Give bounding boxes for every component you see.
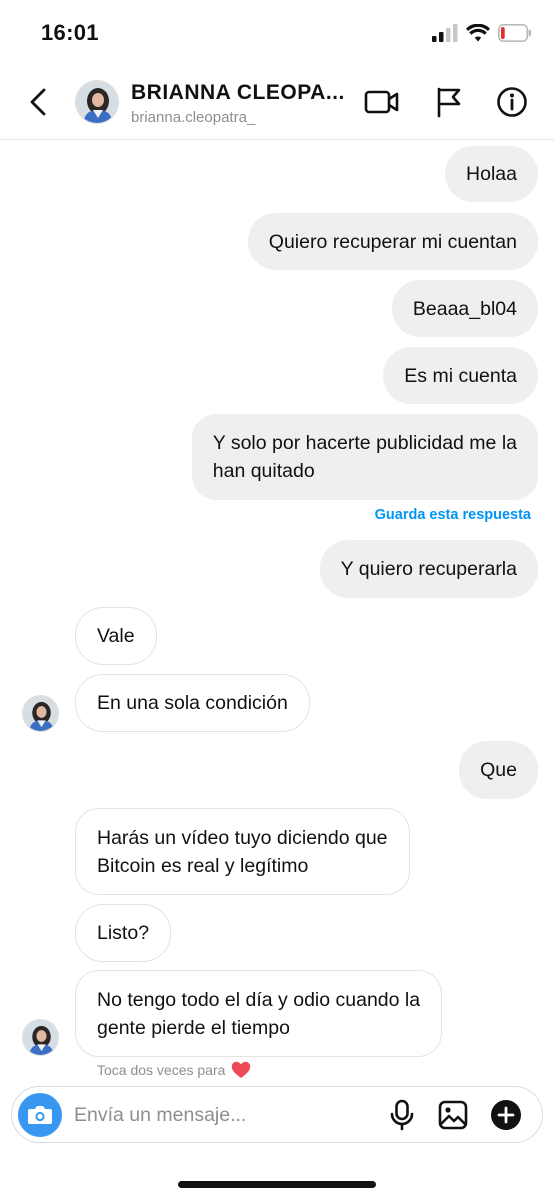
message-text-line: Y solo por hacerte publicidad me la bbox=[212, 432, 517, 454]
info-icon bbox=[497, 87, 527, 117]
gallery-button[interactable] bbox=[436, 1098, 470, 1132]
incoming-message[interactable]: Harás un vídeo tuyo diciendo que Bitcoin… bbox=[75, 808, 410, 895]
message-text: Vale bbox=[97, 625, 135, 647]
incoming-message[interactable]: En una sola condición bbox=[75, 674, 310, 732]
chat-header: BRIANNA CLEOPA... brianna.cleopatra_ bbox=[0, 64, 554, 140]
status-icons bbox=[432, 22, 532, 44]
report-button[interactable] bbox=[429, 82, 469, 122]
message-text: Es mi cuenta bbox=[404, 364, 517, 387]
outgoing-message[interactable]: Y quiero recuperarla bbox=[319, 540, 538, 598]
message-text-line: Harás un vídeo tuyo diciendo que bbox=[97, 826, 388, 849]
message-text-line: No tengo todo el día y odio cuando la bbox=[97, 988, 421, 1011]
add-icon bbox=[491, 1100, 521, 1130]
avatar-image bbox=[23, 1020, 58, 1055]
message-text: Que bbox=[480, 759, 517, 781]
incoming-message[interactable]: Listo? bbox=[75, 904, 172, 962]
avatar-image bbox=[23, 696, 58, 731]
back-button[interactable] bbox=[20, 84, 56, 120]
video-camera-icon bbox=[364, 90, 399, 114]
message-composer bbox=[11, 1086, 543, 1143]
cellular-signal-icon bbox=[432, 24, 458, 42]
outgoing-message[interactable]: Y solo por hacerte publicidad me la han … bbox=[191, 414, 538, 500]
heart-icon bbox=[232, 1061, 251, 1078]
message-text: En una sola condición bbox=[97, 692, 288, 714]
message-text-line: gente pierde el tiempo bbox=[97, 1016, 290, 1039]
message-text: Listo? bbox=[97, 922, 150, 944]
battery-icon bbox=[498, 24, 531, 42]
sender-avatar[interactable] bbox=[22, 695, 59, 732]
message-text: Quiero recuperar mi cuentan bbox=[268, 230, 517, 253]
back-chevron-icon bbox=[30, 88, 46, 116]
avatar-image bbox=[76, 81, 118, 123]
voice-message-button[interactable] bbox=[385, 1098, 419, 1132]
gallery-icon bbox=[438, 1100, 468, 1130]
save-reply-link[interactable]: Guarda esta respuesta bbox=[375, 507, 531, 523]
camera-icon bbox=[28, 1106, 52, 1124]
contact-username[interactable]: brianna.cleopatra_ bbox=[131, 109, 255, 126]
incoming-message[interactable]: No tengo todo el día y odio cuando la ge… bbox=[75, 970, 443, 1057]
outgoing-message[interactable]: Beaaa_bl04 bbox=[391, 280, 538, 337]
hint-text: Toca dos veces para bbox=[97, 1062, 226, 1078]
home-indicator[interactable] bbox=[178, 1181, 376, 1188]
microphone-icon bbox=[390, 1099, 414, 1131]
message-text-line: han quitado bbox=[212, 460, 315, 482]
sender-avatar[interactable] bbox=[22, 1019, 59, 1056]
flag-icon bbox=[437, 87, 461, 118]
message-input[interactable] bbox=[74, 1099, 374, 1131]
info-button[interactable] bbox=[492, 82, 532, 122]
outgoing-message[interactable]: Holaa bbox=[445, 146, 538, 202]
message-text: Beaaa_bl04 bbox=[412, 297, 517, 320]
video-call-button[interactable] bbox=[362, 82, 402, 122]
message-text-line: Bitcoin es real y legítimo bbox=[97, 854, 309, 877]
camera-button[interactable] bbox=[18, 1093, 62, 1137]
contact-avatar[interactable] bbox=[75, 80, 119, 124]
outgoing-message[interactable]: Que bbox=[459, 741, 538, 799]
message-text: Holaa bbox=[466, 163, 517, 185]
outgoing-message[interactable]: Es mi cuenta bbox=[383, 347, 538, 404]
incoming-message[interactable]: Vale bbox=[75, 607, 157, 665]
status-bar: 16:01 bbox=[0, 0, 554, 64]
contact-name[interactable]: BRIANNA CLEOPA... bbox=[131, 81, 345, 105]
wifi-icon bbox=[466, 24, 490, 42]
status-time: 16:01 bbox=[41, 20, 99, 45]
more-options-button[interactable] bbox=[489, 1098, 523, 1132]
outgoing-message[interactable]: Quiero recuperar mi cuentan bbox=[247, 213, 538, 270]
double-tap-hint: Toca dos veces para bbox=[97, 1061, 251, 1079]
message-text: Y quiero recuperarla bbox=[340, 558, 517, 580]
